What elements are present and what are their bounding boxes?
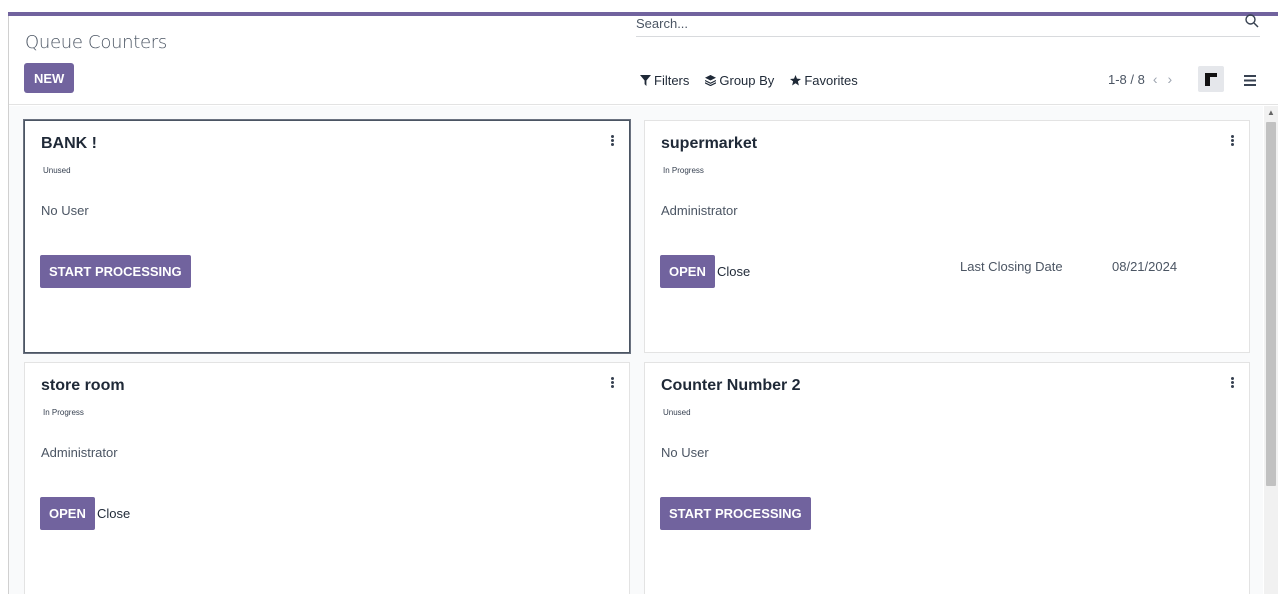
- control-panel: Queue Counters NEW Filters Group By Favo…: [9, 12, 1278, 105]
- card-title: supermarket: [661, 135, 758, 152]
- card-user: No User: [661, 445, 709, 460]
- layers-icon: [705, 75, 717, 86]
- group-by-button[interactable]: Group By: [705, 73, 774, 88]
- kanban-card[interactable]: BANK ! Unused No User START PROCESSING: [24, 120, 630, 353]
- close-button[interactable]: Close: [97, 506, 130, 521]
- search-input[interactable]: [636, 12, 1236, 34]
- group-by-label: Group By: [719, 73, 775, 88]
- search-icon[interactable]: [1244, 13, 1260, 29]
- kanban-view-icon: [1205, 72, 1217, 86]
- card-user: Administrator: [41, 445, 118, 460]
- kanban-card[interactable]: Counter Number 2 Unused No User START PR…: [644, 362, 1250, 594]
- status-label: Unused: [43, 166, 71, 175]
- pager-value[interactable]: 1-8 / 8: [1108, 72, 1145, 87]
- star-icon: [790, 75, 802, 86]
- open-button[interactable]: OPEN: [40, 497, 95, 530]
- card-menu-icon[interactable]: [609, 377, 615, 391]
- list-view-button[interactable]: [1238, 68, 1262, 92]
- new-button[interactable]: NEW: [24, 63, 75, 93]
- status-label: In Progress: [663, 166, 704, 175]
- open-button[interactable]: OPEN: [660, 255, 715, 288]
- favorites-button[interactable]: Favorites: [790, 73, 858, 88]
- card-title: BANK !: [41, 135, 97, 152]
- scroll-up-arrow-icon[interactable]: ▲: [1267, 108, 1275, 117]
- list-view-icon: [1244, 74, 1256, 86]
- kanban-card[interactable]: supermarket In Progress Administrator OP…: [644, 120, 1250, 353]
- card-menu-icon[interactable]: [609, 135, 615, 149]
- kanban-card[interactable]: store room In Progress Administrator OPE…: [24, 362, 630, 594]
- card-user: Administrator: [661, 203, 738, 218]
- card-menu-icon[interactable]: [1229, 135, 1235, 149]
- status-label: In Progress: [43, 408, 84, 417]
- start-processing-button[interactable]: START PROCESSING: [660, 497, 811, 530]
- close-button[interactable]: Close: [717, 264, 750, 279]
- pager: 1-8 / 8 ‹ ›: [1108, 71, 1174, 87]
- pager-next-button[interactable]: ›: [1166, 71, 1175, 87]
- scrollbar[interactable]: ▲: [1264, 106, 1278, 594]
- card-menu-icon[interactable]: [1229, 377, 1235, 391]
- search-bar: [636, 12, 1260, 37]
- card-title: Counter Number 2: [661, 377, 801, 394]
- card-title: store room: [41, 377, 125, 394]
- filters-button[interactable]: Filters: [640, 73, 689, 88]
- filters-label: Filters: [654, 73, 690, 88]
- search-options: Filters Group By Favorites: [640, 73, 858, 88]
- last-closing-date-label: Last Closing Date: [960, 259, 1063, 274]
- pager-prev-button[interactable]: ‹: [1151, 71, 1160, 87]
- status-label: Unused: [663, 408, 691, 417]
- favorites-label: Favorites: [804, 73, 858, 88]
- kanban-view-button[interactable]: [1198, 66, 1224, 92]
- kanban-board: BANK ! Unused No User START PROCESSING s…: [9, 106, 1263, 594]
- page-title: Queue Counters: [25, 32, 167, 53]
- card-user: No User: [41, 203, 89, 218]
- last-closing-date-value: 08/21/2024: [1112, 259, 1178, 274]
- filter-icon: [640, 75, 651, 86]
- start-processing-button[interactable]: START PROCESSING: [40, 255, 191, 288]
- scroll-thumb[interactable]: [1266, 122, 1276, 486]
